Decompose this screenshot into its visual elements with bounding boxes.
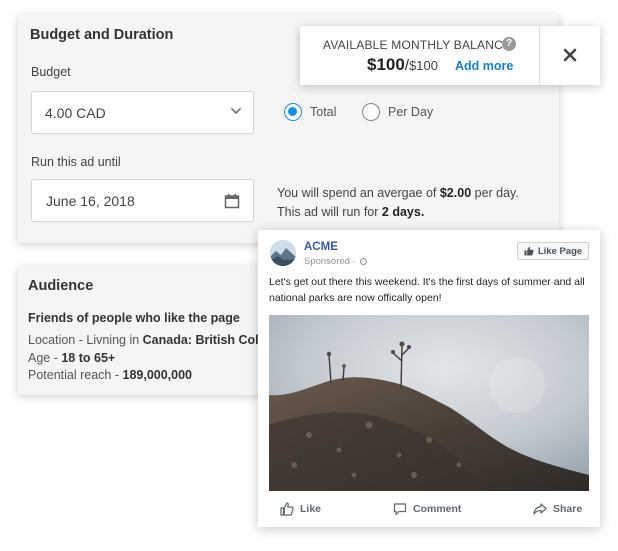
- share-button[interactable]: Share: [533, 502, 582, 516]
- ad-post-preview: ACME Sponsored · Like Page Let's get out…: [258, 230, 600, 527]
- globe-icon: [360, 257, 368, 265]
- page-avatar: [270, 240, 296, 266]
- audience-subtitle: Friends of people who like the page: [28, 311, 240, 325]
- like-label: Like: [300, 503, 322, 515]
- close-icon[interactable]: [562, 47, 578, 63]
- daily-amount: $2.00: [439, 186, 472, 200]
- calendar-icon[interactable]: [224, 193, 240, 209]
- budget-title: Budget and Duration: [30, 27, 174, 43]
- balance-divider: [539, 26, 540, 85]
- radio-per-day-dot[interactable]: [362, 103, 380, 121]
- page-name[interactable]: ACME: [304, 241, 338, 253]
- balance-popup: AVAILABLE MONTHLY BALANCE ? $100/$100 Ad…: [300, 26, 600, 85]
- audience-card: Audience Friends of people who like the …: [18, 266, 288, 395]
- post-photo: [269, 315, 589, 491]
- run-until-label: Run this ad until: [31, 155, 121, 169]
- radio-total-dot[interactable]: [284, 103, 302, 121]
- comment-label: Comment: [413, 503, 462, 515]
- audience-reach: Potential reach - 189,000,000: [28, 368, 193, 382]
- end-date-value: June 16, 2018: [46, 193, 135, 209]
- share-label: Share: [553, 503, 583, 515]
- thumbs-up-icon: [524, 246, 534, 256]
- post-text: Let's get out there this weekend. It's t…: [269, 276, 585, 304]
- radio-total[interactable]: Total: [284, 103, 336, 121]
- like-page-label: Like Page: [537, 245, 583, 257]
- budget-label: Budget: [31, 65, 71, 79]
- comment-button[interactable]: Comment: [393, 502, 461, 516]
- spend-summary-line1: You will spend an avergae of $2.00 per d…: [277, 186, 519, 200]
- add-more-link[interactable]: Add more: [455, 59, 513, 73]
- radio-per-day[interactable]: Per Day: [362, 103, 433, 121]
- audience-title: Audience: [28, 278, 94, 294]
- comment-icon: [393, 503, 407, 516]
- radio-total-label: Total: [310, 105, 337, 119]
- radio-per-day-label: Per Day: [388, 105, 434, 119]
- end-date-field[interactable]: June 16, 2018: [31, 179, 254, 222]
- balance-amount: $100/$100: [367, 55, 438, 74]
- balance-label: AVAILABLE MONTHLY BALANCE: [323, 38, 512, 52]
- thumbs-up-icon: [280, 502, 294, 516]
- budget-value: 4.00 CAD: [45, 105, 106, 121]
- share-icon: [533, 503, 547, 515]
- audience-location: Location - Livning in Canada: British Co…: [28, 333, 267, 347]
- sponsored-label: Sponsored ·: [304, 256, 368, 267]
- chevron-down-icon: [231, 108, 241, 114]
- audience-age: Age - 18 to 65+: [28, 351, 116, 365]
- post-actions: Like Comment Share: [258, 498, 600, 520]
- run-days: 2 days.: [381, 205, 425, 219]
- spend-summary: You will spend an avergae of $2.00 per d…: [277, 184, 519, 222]
- like-page-button[interactable]: Like Page: [517, 242, 589, 260]
- budget-select[interactable]: 4.00 CAD: [31, 91, 254, 134]
- help-icon[interactable]: ?: [502, 37, 516, 51]
- like-button[interactable]: Like: [280, 502, 321, 516]
- spend-summary-line2: This ad will run for 2 days.: [277, 205, 425, 219]
